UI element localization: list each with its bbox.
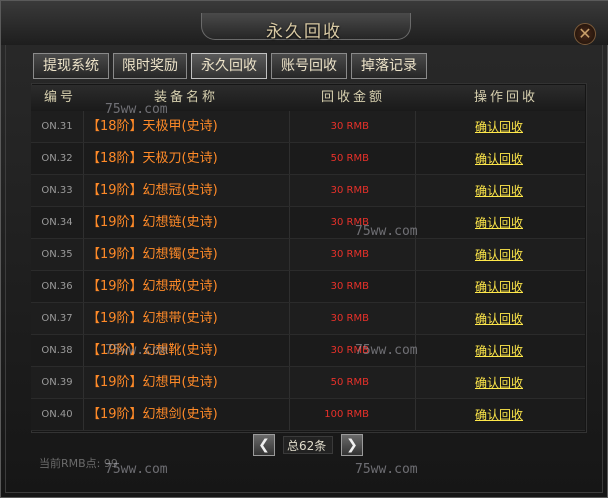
column-divider (415, 239, 416, 271)
watermark: 75ww.com (105, 102, 168, 117)
item-number: ON.37 (41, 313, 73, 324)
column-divider (415, 399, 416, 431)
confirm-recycle-link[interactable]: 确认回收 (471, 303, 527, 335)
column-divider (83, 175, 84, 207)
row-divider (31, 430, 585, 431)
confirm-recycle-link[interactable]: 确认回收 (471, 367, 527, 399)
tab-withdraw-system[interactable]: 提现系统 (33, 53, 109, 79)
item-number: ON.38 (41, 345, 73, 356)
watermark: 75ww.com (355, 343, 418, 358)
item-name: 【19阶】幻想冠(史诗) (87, 183, 218, 198)
close-icon[interactable]: ✕ (574, 23, 596, 45)
table-row: ON.36 【19阶】幻想戒(史诗) 30 RMB 确认回收 (31, 271, 585, 303)
column-divider (415, 271, 416, 303)
confirm-recycle-link[interactable]: 确认回收 (471, 335, 527, 367)
recycle-amount: 30 RMB (330, 313, 369, 324)
table-row: ON.35 【19阶】幻想镯(史诗) 30 RMB 确认回收 (31, 239, 585, 271)
column-divider (415, 175, 416, 207)
item-number: ON.31 (41, 121, 73, 132)
item-number: ON.32 (41, 153, 73, 164)
pager-total: 总62条 (283, 436, 333, 454)
item-name: 【19阶】幻想链(史诗) (87, 215, 218, 230)
column-divider (83, 143, 84, 175)
column-divider (415, 111, 416, 143)
recycle-amount: 50 RMB (330, 377, 369, 388)
confirm-recycle-link[interactable]: 确认回收 (471, 239, 527, 271)
recycle-amount: 100 RMB (324, 409, 369, 420)
recycle-amount: 30 RMB (330, 121, 369, 132)
column-divider (415, 367, 416, 399)
tab-limited-reward[interactable]: 限时奖励 (113, 53, 187, 79)
item-name: 【19阶】幻想甲(史诗) (87, 375, 218, 390)
confirm-recycle-link[interactable]: 确认回收 (471, 207, 527, 239)
column-divider (83, 303, 84, 335)
column-divider (415, 303, 416, 335)
item-number: ON.34 (41, 217, 73, 228)
table-row: ON.39 【19阶】幻想甲(史诗) 50 RMB 确认回收 (31, 367, 585, 399)
column-divider (83, 271, 84, 303)
table-row: ON.34 【19阶】幻想链(史诗) 30 RMB 确认回收 (31, 207, 585, 239)
table-row: ON.37 【19阶】幻想带(史诗) 30 RMB 确认回收 (31, 303, 585, 335)
table-row: ON.32 【18阶】天极刀(史诗) 50 RMB 确认回收 (31, 143, 585, 175)
watermark: 75ww.com (355, 462, 418, 477)
table-row: ON.33 【19阶】幻想冠(史诗) 30 RMB 确认回收 (31, 175, 585, 207)
column-divider (83, 239, 84, 271)
next-page-icon[interactable]: ❯ (341, 434, 363, 456)
column-divider (83, 367, 84, 399)
item-name: 【19阶】幻想带(史诗) (87, 311, 218, 326)
confirm-recycle-link[interactable]: 确认回收 (471, 143, 527, 175)
item-name: 【19阶】幻想镯(史诗) (87, 247, 218, 262)
item-number: ON.39 (41, 377, 73, 388)
previous-page-icon[interactable]: ❮ (253, 434, 275, 456)
confirm-recycle-link[interactable]: 确认回收 (471, 175, 527, 207)
watermark: 75ww.com (105, 462, 168, 477)
column-header-action: 操作回收 (473, 90, 538, 105)
window-title: 永久回收 (266, 22, 342, 42)
recycle-amount: 30 RMB (330, 281, 369, 292)
item-number: ON.33 (41, 185, 73, 196)
item-name: 【19阶】幻想戒(史诗) (87, 279, 218, 294)
confirm-recycle-link[interactable]: 确认回收 (471, 271, 527, 303)
column-header-amount: 回收金额 (320, 90, 385, 105)
item-number: ON.36 (41, 281, 73, 292)
column-divider (83, 399, 84, 431)
tab-drop-records[interactable]: 掉落记录 (351, 53, 427, 79)
recycle-amount: 50 RMB (330, 153, 369, 164)
tab-permanent-recycle[interactable]: 永久回收 (191, 53, 267, 79)
item-name: 【18阶】天极刀(史诗) (87, 151, 218, 166)
watermark: 75ww.com (355, 224, 418, 239)
column-header-number: 编号 (43, 90, 76, 105)
item-number: ON.35 (41, 249, 73, 260)
confirm-recycle-link[interactable]: 确认回收 (471, 111, 527, 143)
confirm-recycle-link[interactable]: 确认回收 (471, 399, 527, 431)
item-name: 【19阶】幻想剑(史诗) (87, 407, 218, 422)
table-row: ON.40 【19阶】幻想剑(史诗) 100 RMB 确认回收 (31, 399, 585, 431)
recycle-window: 永久回收 ✕ 提现系统 限时奖励 永久回收 账号回收 掉落记录 编号 装备名称 … (0, 0, 608, 498)
recycle-amount: 30 RMB (330, 249, 369, 260)
tab-account-recycle[interactable]: 账号回收 (271, 53, 347, 79)
column-divider (415, 143, 416, 175)
column-divider (83, 335, 84, 367)
recycle-amount: 30 RMB (330, 185, 369, 196)
watermark: 75ww.com (105, 343, 168, 358)
item-number: ON.40 (41, 409, 73, 420)
column-divider (83, 111, 84, 143)
column-divider (83, 207, 84, 239)
